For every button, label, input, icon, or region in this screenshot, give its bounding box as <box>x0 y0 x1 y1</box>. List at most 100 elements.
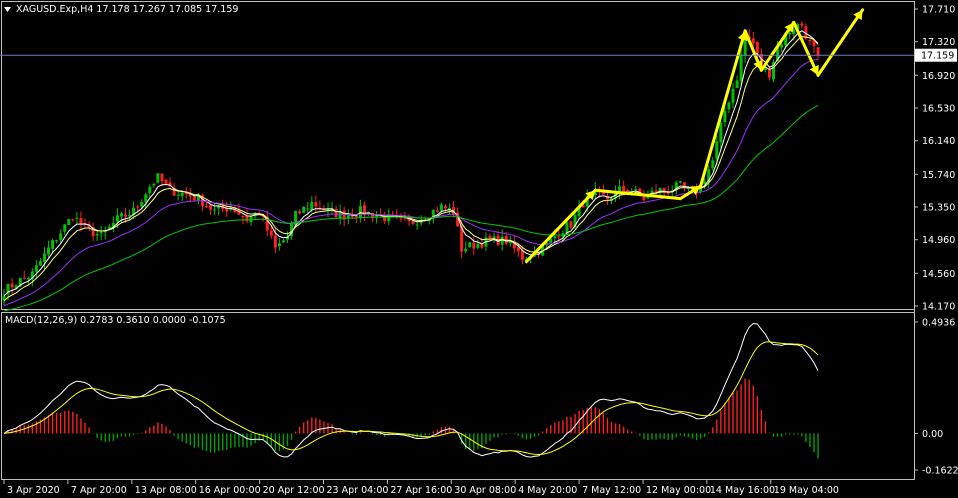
candle-body <box>26 277 30 280</box>
trend-arrow[interactable] <box>699 29 747 188</box>
candle-body <box>213 209 217 211</box>
price-tick-label: 17.710 <box>922 5 955 16</box>
candle-body <box>464 248 468 252</box>
candle-body <box>476 243 480 248</box>
candle-body <box>75 217 79 219</box>
candle-body <box>306 208 310 210</box>
candle-body <box>22 277 26 279</box>
candle-body <box>314 202 318 207</box>
candle-body <box>63 224 67 232</box>
time-tick-label: 30 Apr 08:00 <box>454 485 516 496</box>
price-tick-label: 16.920 <box>922 71 955 82</box>
macd-tick-label: 0.4936 <box>922 318 955 329</box>
candle-body <box>281 240 285 243</box>
candle-body <box>727 102 731 110</box>
ma-slow-line <box>3 59 819 307</box>
candle-body <box>192 196 196 201</box>
candle-body <box>51 240 55 249</box>
candle-body <box>816 47 820 56</box>
candle-body <box>358 206 362 218</box>
price-tick-label: 14.170 <box>922 302 955 313</box>
macd-pane-frame <box>1 312 915 480</box>
candle-body <box>415 224 419 226</box>
time-tick-label: 14 May 16:00 <box>710 485 775 496</box>
candle-body <box>715 141 719 159</box>
ma-mid-line <box>3 36 819 302</box>
chart-window[interactable]: 17.710 17.320 16.920 16.530 16.140 15.740 15.3… <box>0 0 958 498</box>
candle-body <box>468 242 472 248</box>
dropdown-triangle-icon[interactable] <box>4 7 11 12</box>
candle-body <box>569 221 573 228</box>
candle-body <box>443 205 447 209</box>
candle-body <box>55 240 59 242</box>
price-tick-label: 17.320 <box>922 37 955 48</box>
candles-layer <box>2 21 820 306</box>
candle-body <box>622 185 626 192</box>
time-tick-label: 7 May 12:00 <box>582 485 641 496</box>
candle-body <box>43 253 46 263</box>
time-tick-label: 23 Apr 04:00 <box>327 485 389 496</box>
candle-body <box>662 188 666 191</box>
candle-body <box>557 236 561 238</box>
candle-body <box>79 217 83 225</box>
candle-body <box>808 40 812 42</box>
candle-body <box>735 80 739 89</box>
candle-body <box>209 204 213 210</box>
candle-body <box>302 207 306 213</box>
candle-body <box>273 235 277 248</box>
candle-body <box>205 205 208 207</box>
candle-body <box>399 217 403 219</box>
time-tick-label: 16 Apr 00:00 <box>199 485 261 496</box>
candle-body <box>788 32 792 35</box>
candle-body <box>245 215 249 222</box>
candle-body <box>152 183 156 186</box>
candle-body <box>755 41 759 54</box>
candle-body <box>642 196 646 201</box>
candle-body <box>59 233 63 240</box>
candle-body <box>751 38 755 44</box>
arrows-layer[interactable] <box>524 8 865 264</box>
macd-tick-label: 0.00 <box>922 429 943 440</box>
candle-body <box>176 194 180 196</box>
candle-body <box>553 236 557 238</box>
candle-body <box>136 206 140 208</box>
candle-body <box>164 179 168 184</box>
candle-body <box>119 213 123 217</box>
price-tick-label: 15.740 <box>922 170 955 181</box>
time-tick-label: 19 May 04:00 <box>774 485 839 496</box>
time-axis: 3 Apr 2020 7 Apr 20:00 13 Apr 08:00 16 Apr … <box>3 480 839 496</box>
candle-body <box>71 219 75 221</box>
time-tick-label: 27 Apr 16:00 <box>390 485 452 496</box>
candle-body <box>354 216 358 218</box>
trend-arrow[interactable] <box>816 8 865 77</box>
ma-long-line <box>3 104 819 312</box>
candle-body <box>666 192 670 194</box>
price-tick-label: 16.140 <box>922 136 955 147</box>
candle-body <box>67 218 71 226</box>
candle-body <box>310 201 314 210</box>
candle-body <box>780 44 784 48</box>
candle-body <box>435 210 439 212</box>
trend-arrow[interactable] <box>524 188 597 264</box>
current-price-value: 17.159 <box>921 51 954 62</box>
time-tick-label: 7 Apr 20:00 <box>71 485 127 496</box>
candle-body <box>269 230 273 236</box>
moving-averages-layer <box>3 30 819 312</box>
candle-body <box>10 283 14 288</box>
candle-body <box>800 23 804 26</box>
candle-body <box>411 220 415 224</box>
candle-body <box>38 261 42 266</box>
macd-tick-label: -0.1622 <box>922 466 958 477</box>
candle-body <box>723 110 727 123</box>
candle-body <box>128 214 132 217</box>
candle-body <box>711 160 715 169</box>
candle-body <box>95 234 99 236</box>
price-tick-label: 15.350 <box>922 203 955 214</box>
candle-body <box>180 192 184 196</box>
price-tick-label: 14.960 <box>922 235 955 246</box>
candle-body <box>160 173 164 182</box>
candle-body <box>719 122 723 143</box>
price-tick-label: 14.560 <box>922 269 955 280</box>
candle-body <box>472 242 476 249</box>
time-tick-label: 13 Apr 08:00 <box>135 485 197 496</box>
